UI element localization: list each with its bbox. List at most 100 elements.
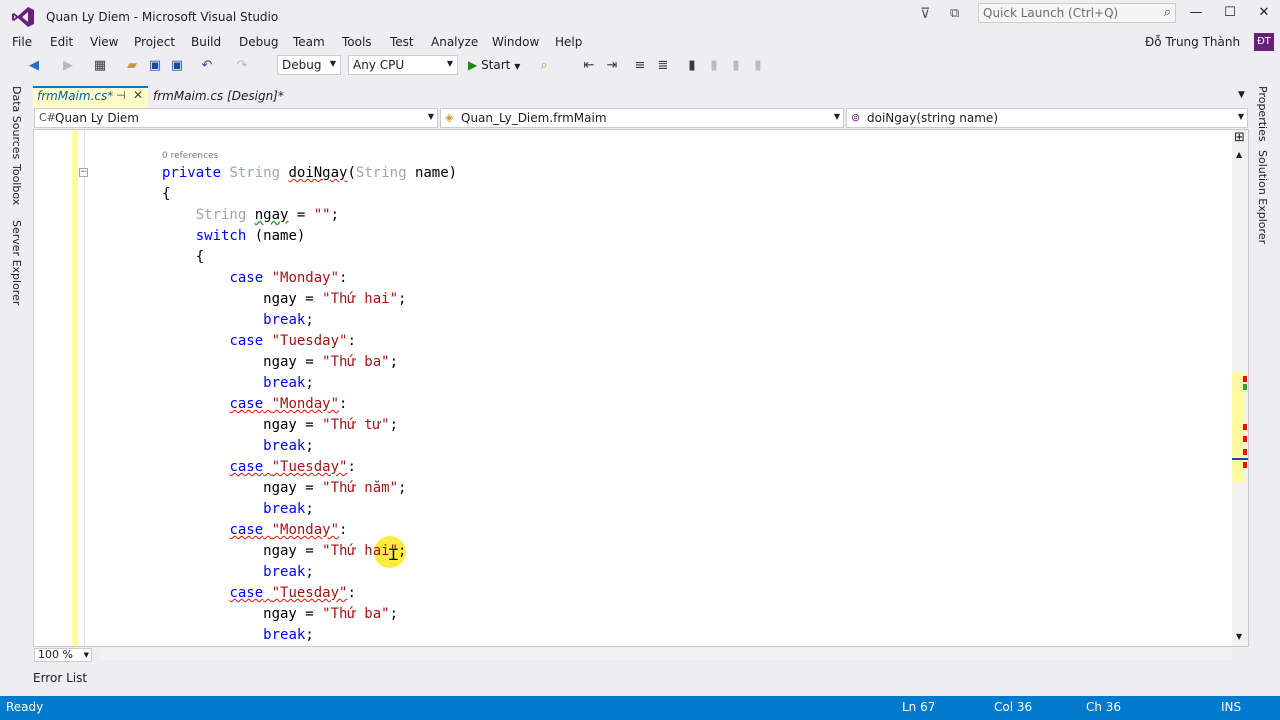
menu-team[interactable]: Team bbox=[293, 35, 325, 49]
pin-icon[interactable]: ⊣ bbox=[116, 89, 126, 102]
prev-bookmark-icon[interactable]: ▮ bbox=[706, 58, 722, 74]
code-line-case: case "Monday": bbox=[229, 270, 348, 286]
properties-tab[interactable]: Properties bbox=[1256, 86, 1269, 142]
chevron-down-icon: ▼ bbox=[514, 62, 521, 71]
tab-label: frmMaim.cs* bbox=[37, 89, 114, 103]
filter-icon[interactable]: ⊽ bbox=[920, 6, 930, 22]
member-nav-select[interactable]: ⊚ doiNgay(string name) ▼ bbox=[846, 108, 1248, 128]
menu-window[interactable]: Window bbox=[492, 35, 539, 49]
menu-debug[interactable]: Debug bbox=[239, 35, 278, 49]
class-nav-value: Quan_Ly_Diem.frmMaim bbox=[461, 111, 607, 125]
case-label: "Tuesday" bbox=[271, 585, 348, 601]
menu-test[interactable]: Test bbox=[390, 35, 414, 49]
start-label: Start bbox=[481, 58, 511, 72]
start-button[interactable]: ▶ Start ▼ bbox=[468, 58, 520, 72]
split-icon[interactable]: ⊞ bbox=[1234, 130, 1245, 145]
code-type: String bbox=[229, 165, 281, 181]
case-value: "Thứ ba" bbox=[322, 606, 390, 622]
method-icon: ⊚ bbox=[851, 111, 861, 124]
solution-explorer-tab[interactable]: Solution Explorer bbox=[1256, 150, 1269, 244]
status-line: Ln 67 bbox=[902, 700, 936, 714]
error-list-tab[interactable]: Error List bbox=[33, 671, 87, 685]
code-line-assign: ngay = "Thứ ba"; bbox=[162, 606, 399, 622]
menu-file[interactable]: File bbox=[12, 35, 32, 49]
class-icon: ◈ bbox=[445, 111, 454, 124]
quick-launch-input[interactable]: Quick Launch (Ctrl+Q) ⌕ bbox=[978, 3, 1176, 23]
menu-help[interactable]: Help bbox=[555, 35, 582, 49]
toggle-breakpoint-icon[interactable]: ⇤ bbox=[581, 58, 597, 74]
zoom-value: 100 % bbox=[38, 648, 73, 661]
code-line: break; bbox=[263, 501, 314, 517]
clear-bookmarks-icon[interactable]: ▮ bbox=[750, 58, 766, 74]
redo-icon[interactable]: ↷ bbox=[234, 58, 250, 74]
class-nav-select[interactable]: ◈ Quan_Ly_Diem.frmMaim ▼ bbox=[440, 108, 844, 128]
toolbox-tab[interactable]: Toolbox bbox=[10, 164, 23, 205]
code-line-case: case "Monday": bbox=[229, 522, 348, 538]
horizontal-scrollbar[interactable] bbox=[100, 648, 1232, 660]
code-line-case: case "Tuesday": bbox=[229, 585, 356, 601]
codelens-references[interactable]: 0 references bbox=[162, 151, 218, 161]
error-marker[interactable] bbox=[1243, 449, 1247, 455]
avatar[interactable]: ĐT bbox=[1254, 33, 1274, 51]
menu-view[interactable]: View bbox=[90, 35, 118, 49]
next-bookmark-icon[interactable]: ▮ bbox=[728, 58, 744, 74]
open-file-icon[interactable]: ▰ bbox=[124, 58, 140, 74]
tab-frmmaim-design[interactable]: frmMaim.cs [Design]* bbox=[153, 89, 284, 103]
code-line: break; bbox=[263, 627, 314, 643]
platform-select[interactable]: Any CPU ▼ bbox=[348, 55, 458, 75]
bookmark-icon[interactable]: ▮ bbox=[684, 58, 700, 74]
close-button[interactable]: ✕ bbox=[1254, 5, 1274, 23]
code-line-assign: ngay = "Thứ hai"; bbox=[162, 291, 407, 307]
minimize-button[interactable]: — bbox=[1186, 5, 1206, 23]
configuration-value: Debug bbox=[282, 58, 322, 72]
code-line-assign: ngay = "Thứ năm"; bbox=[162, 480, 407, 496]
scroll-up-icon[interactable]: ▲ bbox=[1236, 150, 1242, 159]
project-nav-select[interactable]: C# Quan Ly Diem ▼ bbox=[34, 108, 438, 128]
collapse-icon[interactable]: − bbox=[79, 168, 88, 177]
code-method-name: doiNgay bbox=[288, 165, 348, 181]
case-label: "Monday" bbox=[271, 270, 340, 286]
case-value: "Thứ hai" bbox=[322, 543, 399, 559]
zoom-select[interactable]: 100 % ▼ bbox=[34, 648, 92, 662]
csharp-project-icon: C# bbox=[39, 111, 56, 124]
forward-icon[interactable]: ▶ bbox=[60, 58, 76, 74]
data-sources-tab[interactable]: Data Sources bbox=[10, 86, 23, 159]
comment-icon[interactable]: ≡ bbox=[632, 58, 648, 74]
new-project-icon[interactable]: ▦ bbox=[92, 58, 108, 74]
warning-marker[interactable] bbox=[1243, 384, 1247, 390]
configuration-select[interactable]: Debug ▼ bbox=[277, 55, 341, 75]
undo-icon[interactable]: ↶ bbox=[199, 58, 215, 74]
platform-value: Any CPU bbox=[353, 58, 405, 72]
back-icon[interactable]: ◀ bbox=[26, 58, 42, 74]
visual-studio-logo-icon bbox=[12, 7, 34, 27]
chevron-down-icon: ▼ bbox=[1237, 112, 1244, 121]
error-marker[interactable] bbox=[1243, 436, 1247, 442]
code-line: { bbox=[162, 249, 205, 265]
status-insert-mode: INS bbox=[1221, 700, 1242, 714]
code-line: { bbox=[162, 186, 171, 202]
step-icon[interactable]: ⇥ bbox=[604, 58, 620, 74]
menu-build[interactable]: Build bbox=[191, 35, 221, 49]
menu-edit[interactable]: Edit bbox=[50, 35, 73, 49]
menu-project[interactable]: Project bbox=[134, 35, 175, 49]
feedback-icon[interactable]: ⧉ bbox=[950, 6, 959, 21]
member-nav-value: doiNgay(string name) bbox=[867, 111, 998, 125]
find-icon[interactable]: ⌕ bbox=[536, 58, 552, 74]
scroll-down-icon[interactable]: ▼ bbox=[1236, 632, 1242, 641]
close-icon[interactable]: ✕ bbox=[133, 88, 143, 102]
user-name[interactable]: Đỗ Trung Thành bbox=[1145, 35, 1240, 49]
server-explorer-tab[interactable]: Server Explorer bbox=[10, 220, 23, 305]
menu-tools[interactable]: Tools bbox=[342, 35, 372, 49]
menu-analyze[interactable]: Analyze bbox=[431, 35, 478, 49]
case-value: "Thứ ba" bbox=[322, 354, 390, 370]
status-ready: Ready bbox=[6, 700, 44, 714]
save-all-icon[interactable]: ▣ bbox=[169, 58, 185, 74]
error-marker[interactable] bbox=[1243, 424, 1247, 430]
error-marker[interactable] bbox=[1243, 376, 1247, 382]
error-marker[interactable] bbox=[1243, 462, 1247, 468]
maximize-button[interactable]: ☐ bbox=[1220, 5, 1240, 23]
save-icon[interactable]: ▣ bbox=[147, 58, 163, 74]
uncomment-icon[interactable]: ≣ bbox=[655, 58, 671, 74]
tab-overflow-icon[interactable]: ▼ bbox=[1238, 90, 1245, 100]
quick-launch-placeholder: Quick Launch (Ctrl+Q) bbox=[983, 6, 1119, 20]
